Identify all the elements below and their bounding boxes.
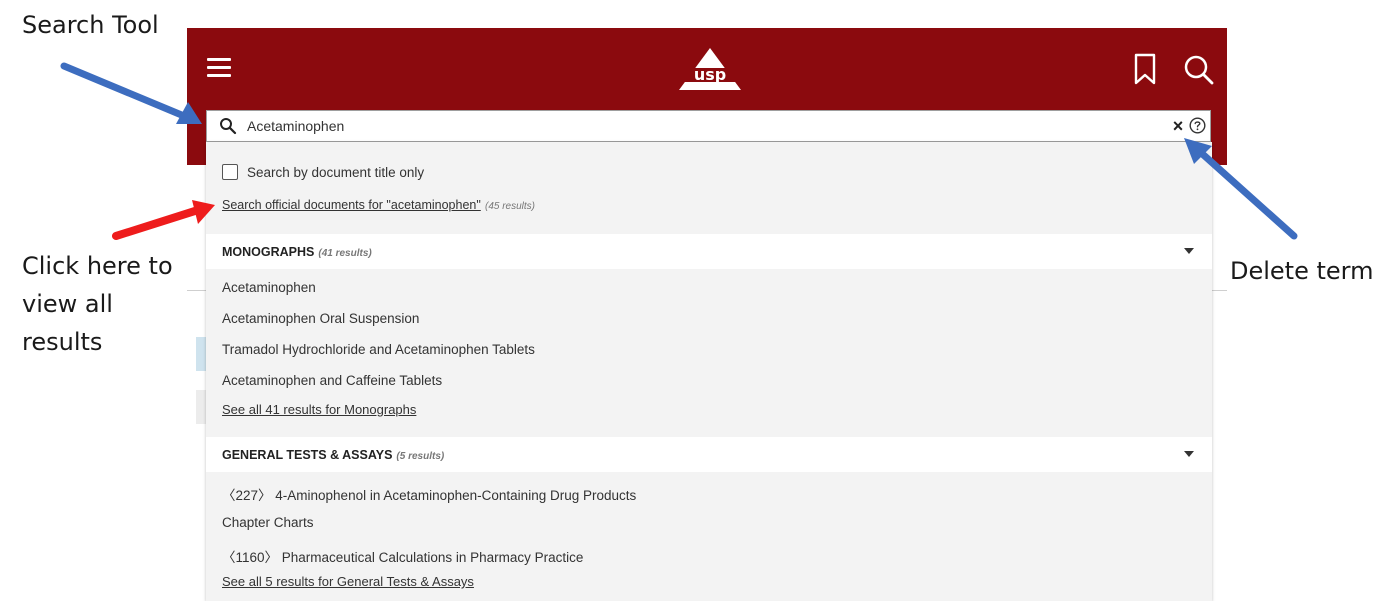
search-icon — [220, 118, 237, 135]
search-field: × — [206, 110, 1211, 142]
general-test-result-item[interactable]: Chapter Charts — [222, 515, 314, 530]
usp-logo: usp — [679, 48, 741, 90]
annotation-search-tool: Search Tool — [22, 11, 159, 39]
see-all-general-tests-link[interactable]: See all 5 results for General Tests & As… — [222, 574, 474, 589]
title-only-option[interactable]: Search by document title only — [222, 162, 424, 182]
official-results-count: (45 results) — [485, 201, 536, 212]
blue-arrow-search — [60, 62, 202, 124]
general-test-result-item[interactable]: 〈1160〉 Pharmaceutical Calculations in Ph… — [222, 546, 583, 566]
usp-logo-text: usp — [694, 65, 726, 84]
monograph-result-item[interactable]: Acetaminophen — [222, 280, 316, 295]
clear-search-icon[interactable]: × — [1171, 115, 1185, 137]
section-general-tests-header[interactable]: GENERAL TESTS & ASSAYS (5 results) — [206, 437, 1212, 472]
section-title: MONOGRAPHS (41 results) — [222, 245, 372, 259]
section-title: GENERAL TESTS & ASSAYS (5 results) — [222, 448, 444, 462]
title-only-label: Search by document title only — [247, 164, 425, 180]
search-input[interactable] — [247, 115, 1127, 137]
section-general-tests-title: GENERAL TESTS & ASSAYS — [222, 448, 393, 462]
section-monographs-title: MONOGRAPHS — [222, 245, 315, 259]
section-monographs-count: (41 results) — [318, 248, 372, 259]
section-monographs-header[interactable]: MONOGRAPHS (41 results) — [206, 234, 1212, 269]
annotation-click-here: Click here to view all results — [22, 252, 173, 356]
monograph-result-item[interactable]: Acetaminophen Oral Suspension — [222, 311, 419, 326]
see-all-monographs-link[interactable]: See all 41 results for Monographs — [222, 402, 416, 417]
monograph-result-item[interactable]: Acetaminophen and Caffeine Tablets — [222, 373, 442, 388]
caret-down-icon[interactable] — [1184, 451, 1194, 457]
search-official-documents-link[interactable]: Search official documents for "acetamino… — [222, 198, 481, 212]
section-general-tests-count: (5 results) — [396, 451, 445, 462]
search-suggestions-dropdown: Search by document title only Search off… — [206, 142, 1212, 601]
bookmark-icon[interactable] — [1133, 52, 1157, 86]
background-panel — [196, 390, 206, 424]
caret-down-icon[interactable] — [1184, 248, 1194, 254]
hamburger-menu-icon[interactable] — [207, 58, 231, 80]
annotation-delete-term: Delete term — [1230, 257, 1374, 285]
general-test-result-item[interactable]: 〈227〉 4-Aminophenol in Acetaminophen-Con… — [222, 484, 636, 504]
monograph-result-item[interactable]: Tramadol Hydrochloride and Acetaminophen… — [222, 342, 535, 357]
help-icon[interactable] — [1189, 117, 1206, 134]
header-search-icon[interactable] — [1183, 53, 1215, 87]
title-only-checkbox[interactable] — [222, 164, 238, 180]
background-highlight — [196, 337, 206, 371]
